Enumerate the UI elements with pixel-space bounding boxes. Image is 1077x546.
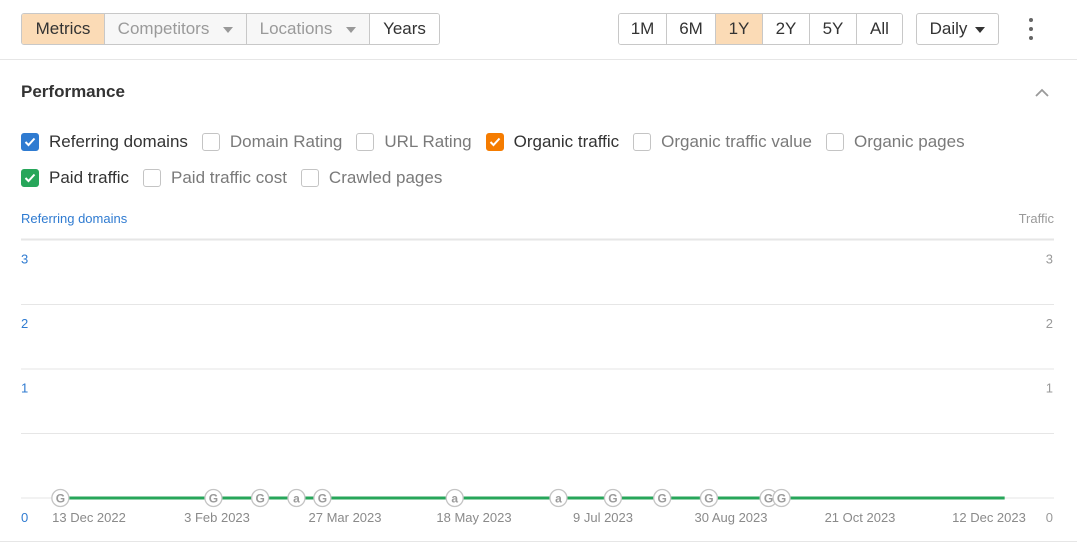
range-1y-button[interactable]: 1Y	[716, 14, 763, 44]
left-y-tick-label: 3	[21, 252, 28, 267]
x-tick-label: 27 Mar 2023	[309, 510, 382, 525]
marker-glyph: G	[704, 492, 713, 506]
checkbox-empty-icon	[356, 133, 375, 151]
tab-metrics[interactable]: Metrics	[22, 14, 105, 44]
tab-competitors[interactable]: Competitors	[105, 14, 247, 44]
x-tick-label: 18 May 2023	[436, 510, 511, 525]
checkbox-empty-icon	[143, 169, 162, 187]
right-y-tick-label: 3	[1046, 252, 1053, 267]
marker-glyph: G	[56, 492, 65, 506]
checkbox-label: Domain Rating	[229, 132, 343, 151]
checkbox-url-rating[interactable]: URL Rating	[356, 132, 472, 152]
tab-label: Metrics	[35, 19, 91, 38]
checkbox-paid-traffic-cost[interactable]: Paid traffic cost	[143, 168, 287, 188]
chart-toolbar: Metrics Competitors Locations Years 1M 6M 1Y 2…	[0, 0, 1077, 60]
marker-glyph: G	[777, 492, 786, 506]
checkbox-label: Paid traffic	[49, 168, 130, 187]
checkbox-empty-icon	[201, 133, 220, 151]
left-y-tick-label: 1	[21, 381, 28, 396]
x-tick-label: 3 Feb 2023	[184, 510, 250, 525]
checkbox-label: Paid traffic cost	[171, 168, 287, 187]
tab-label: Competitors	[117, 19, 210, 38]
checkbox-referring-domains[interactable]: Referring domains	[21, 132, 188, 152]
marker-glyph: a	[293, 492, 300, 506]
checkbox-organic-pages[interactable]: Organic pages	[826, 132, 965, 152]
caret-down-icon	[975, 27, 986, 33]
checkbox-checked-icon	[21, 133, 39, 151]
checkbox-empty-icon	[300, 169, 319, 187]
checkbox-crawled-pages[interactable]: Crawled pages	[300, 168, 443, 188]
checkbox-label: URL Rating	[384, 132, 472, 151]
checkbox-checked-icon	[21, 169, 39, 187]
checkbox-domain-rating[interactable]: Domain Rating	[201, 132, 343, 152]
checkbox-empty-icon	[826, 133, 844, 151]
range-selector: 1M 6M 1Y 2Y 5Y All	[618, 13, 903, 45]
range-2y-button[interactable]: 2Y	[763, 14, 810, 44]
panel-title: Performance	[21, 82, 125, 101]
x-tick-label: 9 Jul 2023	[573, 510, 633, 525]
kebab-vertical-icon[interactable]	[1025, 18, 1037, 40]
x-tick-label: 21 Oct 2023	[825, 510, 896, 525]
range-all-button[interactable]: All	[857, 14, 902, 44]
right-y-tick-label: 1	[1046, 381, 1053, 396]
range-1m-button[interactable]: 1M	[619, 14, 667, 44]
tab-label: Years	[383, 19, 426, 38]
range-5y-button[interactable]: 5Y	[810, 14, 857, 44]
caret-down-icon	[346, 27, 357, 33]
metric-checkbox-row: Paid traffic Paid traffic cost Crawled pag…	[21, 168, 456, 188]
checkbox-organic-traffic-value[interactable]: Organic traffic value	[633, 132, 812, 152]
caret-down-icon	[223, 27, 234, 33]
tab-label: Locations	[259, 19, 333, 38]
checkbox-checked-icon	[485, 133, 504, 151]
performance-chart: 0123401234GGGaGaaGGGGG13 Dec 20223 Feb 2…	[21, 238, 1054, 525]
checkbox-label: Referring domains	[49, 132, 188, 151]
marker-glyph: G	[608, 492, 617, 506]
left-axis-title: Referring domains	[21, 211, 128, 226]
left-y-tick-label: 2	[21, 316, 28, 331]
right-y-tick-label: 0	[1046, 510, 1053, 525]
tab-years[interactable]: Years	[370, 14, 439, 44]
x-tick-label: 12 Dec 2023	[952, 510, 1026, 525]
marker-glyph: G	[318, 492, 327, 506]
chevron-up-icon[interactable]	[1034, 86, 1050, 98]
marker-glyph: G	[255, 492, 264, 506]
granularity-dropdown[interactable]: Daily	[916, 13, 999, 45]
range-6m-button[interactable]: 6M	[667, 14, 716, 44]
right-axis-title: Traffic	[1018, 211, 1054, 226]
checkbox-label: Organic pages	[854, 132, 965, 151]
checkbox-label: Organic traffic	[513, 132, 620, 151]
divider	[0, 541, 1077, 542]
marker-glyph: a	[555, 492, 562, 506]
tab-locations[interactable]: Locations	[247, 14, 370, 44]
x-tick-label: 30 Aug 2023	[694, 510, 767, 525]
granularity-label: Daily	[929, 19, 968, 38]
checkbox-empty-icon	[633, 133, 652, 151]
right-y-tick-label: 2	[1046, 316, 1053, 331]
marker-glyph: G	[764, 492, 773, 506]
marker-glyph: G	[209, 492, 218, 506]
left-y-tick-label: 0	[21, 510, 28, 525]
checkbox-label: Organic traffic value	[661, 132, 812, 151]
checkbox-label: Crawled pages	[328, 168, 443, 187]
marker-glyph: a	[451, 492, 458, 506]
metric-checkbox-row: Referring domains Domain Rating URL Rating…	[21, 132, 979, 152]
view-tabs: Metrics Competitors Locations Years	[21, 13, 440, 45]
checkbox-paid-traffic[interactable]: Paid traffic	[21, 168, 129, 188]
x-tick-label: 13 Dec 2022	[52, 510, 126, 525]
checkbox-organic-traffic[interactable]: Organic traffic	[485, 132, 620, 152]
marker-glyph: G	[658, 492, 667, 506]
